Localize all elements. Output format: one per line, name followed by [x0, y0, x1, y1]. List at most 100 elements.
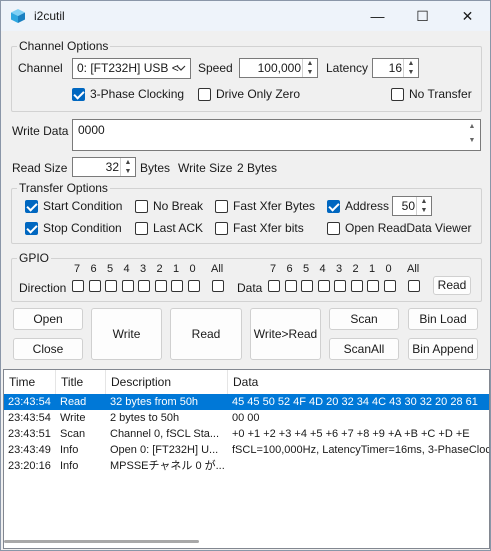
gpio-direction-bit-checkbox[interactable] [154, 280, 167, 292]
speed-input[interactable]: 100,000 ▲ ▼ [239, 58, 318, 78]
write-data-input[interactable]: 0000 ▲ ▼ [72, 119, 481, 151]
column-header-description-label: Description [111, 375, 172, 389]
log-cell-data: 45 45 50 52 4F 4D 20 32 34 4C 43 30 32 2… [232, 396, 478, 408]
fast-xfer-bits-checkbox[interactable] [215, 222, 228, 235]
gpio-data-bit-checkbox[interactable] [350, 280, 363, 292]
gpio-read-button-label: Read [437, 278, 467, 292]
write-data-label: Write Data [12, 124, 69, 138]
channel-label: Channel [18, 61, 63, 75]
scan-button-label: Scan [350, 312, 378, 326]
log-row[interactable]: 23:43:51 Scan Channel 0, fSCL Sta... +0 +1… [4, 426, 489, 442]
log-list[interactable]: Time Title Description Data 23:43:54 Read… [3, 369, 490, 549]
gpio-direction-bit-label: 4 [123, 263, 130, 275]
gpio-read-button[interactable]: Read [433, 276, 471, 295]
no-transfer-checkbox[interactable] [391, 88, 404, 101]
gpio-direction-bit-checkbox[interactable] [105, 280, 117, 292]
gpio-data-bit-checkbox[interactable] [317, 280, 330, 292]
last-ack-label: Last ACK [153, 221, 204, 235]
read-size-input[interactable]: 32 ▲ ▼ [72, 157, 136, 177]
minimize-button[interactable]: — [355, 1, 400, 31]
log-cell-description: 2 bytes to 50h [110, 412, 180, 424]
write-data-value: 0000 [78, 123, 105, 137]
log-cell-title: Info [60, 460, 79, 472]
main-window: i2cutil — ☐ ✕ Channel Options Channel 0:… [0, 0, 491, 551]
channel-select[interactable]: 0: [FT232H] USB < [72, 58, 191, 79]
column-header-data[interactable]: Data [228, 370, 489, 394]
read-button[interactable]: Read [170, 308, 242, 360]
gpio-data-bit-checkbox[interactable] [301, 280, 313, 292]
column-header-description[interactable]: Description [106, 370, 228, 394]
bin-load-button[interactable]: Bin Load [408, 308, 478, 330]
latency-label: Latency [326, 61, 369, 75]
address-checkbox[interactable] [327, 200, 340, 213]
open-readdata-viewer-checkbox[interactable] [327, 222, 340, 235]
open-button[interactable]: Open [13, 308, 83, 330]
log-cell-title: Scan [60, 428, 86, 440]
gpio-direction-bit-label: 7 [74, 263, 81, 275]
fast-xfer-bytes-checkbox[interactable] [215, 200, 228, 213]
latency-input[interactable]: 16 ▲ ▼ [372, 58, 419, 78]
gpio-data-bit-label: 3 [336, 263, 343, 275]
chevron-down-icon [176, 65, 186, 71]
title-bar[interactable]: i2cutil — ☐ ✕ [1, 1, 490, 31]
bin-append-button[interactable]: Bin Append [408, 338, 478, 360]
close-window-button[interactable]: ✕ [445, 1, 490, 31]
three-phase-checkbox[interactable] [72, 88, 85, 101]
gpio-data-all-checkbox[interactable] [408, 280, 420, 292]
write-read-button-label: Write>Read [253, 327, 318, 341]
gpio-direction-bit-checkbox[interactable] [121, 280, 134, 292]
gpio-title: GPIO [17, 251, 52, 265]
maximize-icon: ☐ [416, 8, 429, 24]
gpio-direction-bit-checkbox[interactable] [187, 280, 200, 292]
column-header-time-label: Time [9, 375, 36, 389]
close-button[interactable]: Close [13, 338, 83, 360]
column-header-time[interactable]: Time [4, 370, 56, 394]
gpio-direction-bit-checkbox[interactable] [138, 280, 150, 292]
gpio-data-bit-label: 2 [352, 263, 359, 275]
gpio-direction-bit-checkbox[interactable] [88, 280, 101, 292]
log-horizontal-scrollbar[interactable] [4, 540, 199, 543]
log-row[interactable]: 23:43:54 Write 2 bytes to 50h 00 00 [4, 410, 489, 426]
gpio-direction-all-checkbox[interactable] [212, 280, 224, 292]
gpio-data-bit-checkbox[interactable] [268, 280, 280, 292]
start-condition-checkbox[interactable] [25, 200, 38, 213]
gpio-direction-all-label: All [211, 263, 224, 275]
gpio-data-bit-checkbox[interactable] [383, 280, 396, 292]
write-data-scrollbar[interactable]: ▲ ▼ [464, 120, 480, 150]
address-input[interactable]: 50 ▲ ▼ [392, 196, 432, 216]
speed-label: Speed [198, 61, 233, 75]
speed-spin-icon[interactable]: ▲ ▼ [302, 59, 317, 77]
column-header-data-label: Data [233, 375, 259, 389]
log-row[interactable]: 23:20:16 Info MPSSEチャネル 0 が... [4, 458, 489, 474]
column-header-title[interactable]: Title [56, 370, 106, 394]
last-ack-checkbox[interactable] [135, 222, 148, 235]
drive-only-zero-checkbox[interactable] [198, 88, 211, 101]
gpio-data-bit-checkbox[interactable] [284, 280, 297, 292]
scan-all-button[interactable]: ScanAll [329, 338, 399, 360]
write-read-button[interactable]: Write>Read [250, 308, 321, 360]
bin-append-button-label: Bin Append [412, 342, 474, 356]
gpio-direction-bit-checkbox[interactable] [72, 280, 84, 292]
write-button-label: Write [112, 327, 141, 341]
log-row[interactable]: 23:43:49 Info Open 0: [FT232H] U... fSCL=10… [4, 442, 489, 458]
address-label: Address [345, 199, 390, 213]
log-cell-data: 00 00 [232, 412, 260, 424]
write-button[interactable]: Write [91, 308, 162, 360]
gpio-data-bit-checkbox[interactable] [334, 280, 346, 292]
log-row[interactable]: 23:43:54 Read 32 bytes from 50h 45 45 50 52… [4, 394, 489, 410]
fast-xfer-bits-label: Fast Xfer bits [233, 221, 304, 235]
address-spin-icon[interactable]: ▲ ▼ [416, 197, 431, 215]
scan-button[interactable]: Scan [329, 308, 399, 330]
channel-options-title: Channel Options [17, 39, 111, 53]
read-size-spin-icon[interactable]: ▲ ▼ [120, 158, 135, 176]
maximize-button[interactable]: ☐ [400, 1, 445, 31]
gpio-data-label: Data [237, 281, 263, 295]
stop-condition-checkbox[interactable] [25, 222, 38, 235]
gpio-direction-bit-checkbox[interactable] [171, 280, 183, 292]
gpio-direction-bit-label: 2 [156, 263, 163, 275]
latency-spin-icon[interactable]: ▲ ▼ [403, 59, 418, 77]
close-button-label: Close [32, 342, 64, 356]
window-title: i2cutil [34, 9, 65, 23]
no-break-checkbox[interactable] [135, 200, 148, 213]
gpio-data-bit-checkbox[interactable] [367, 280, 379, 292]
